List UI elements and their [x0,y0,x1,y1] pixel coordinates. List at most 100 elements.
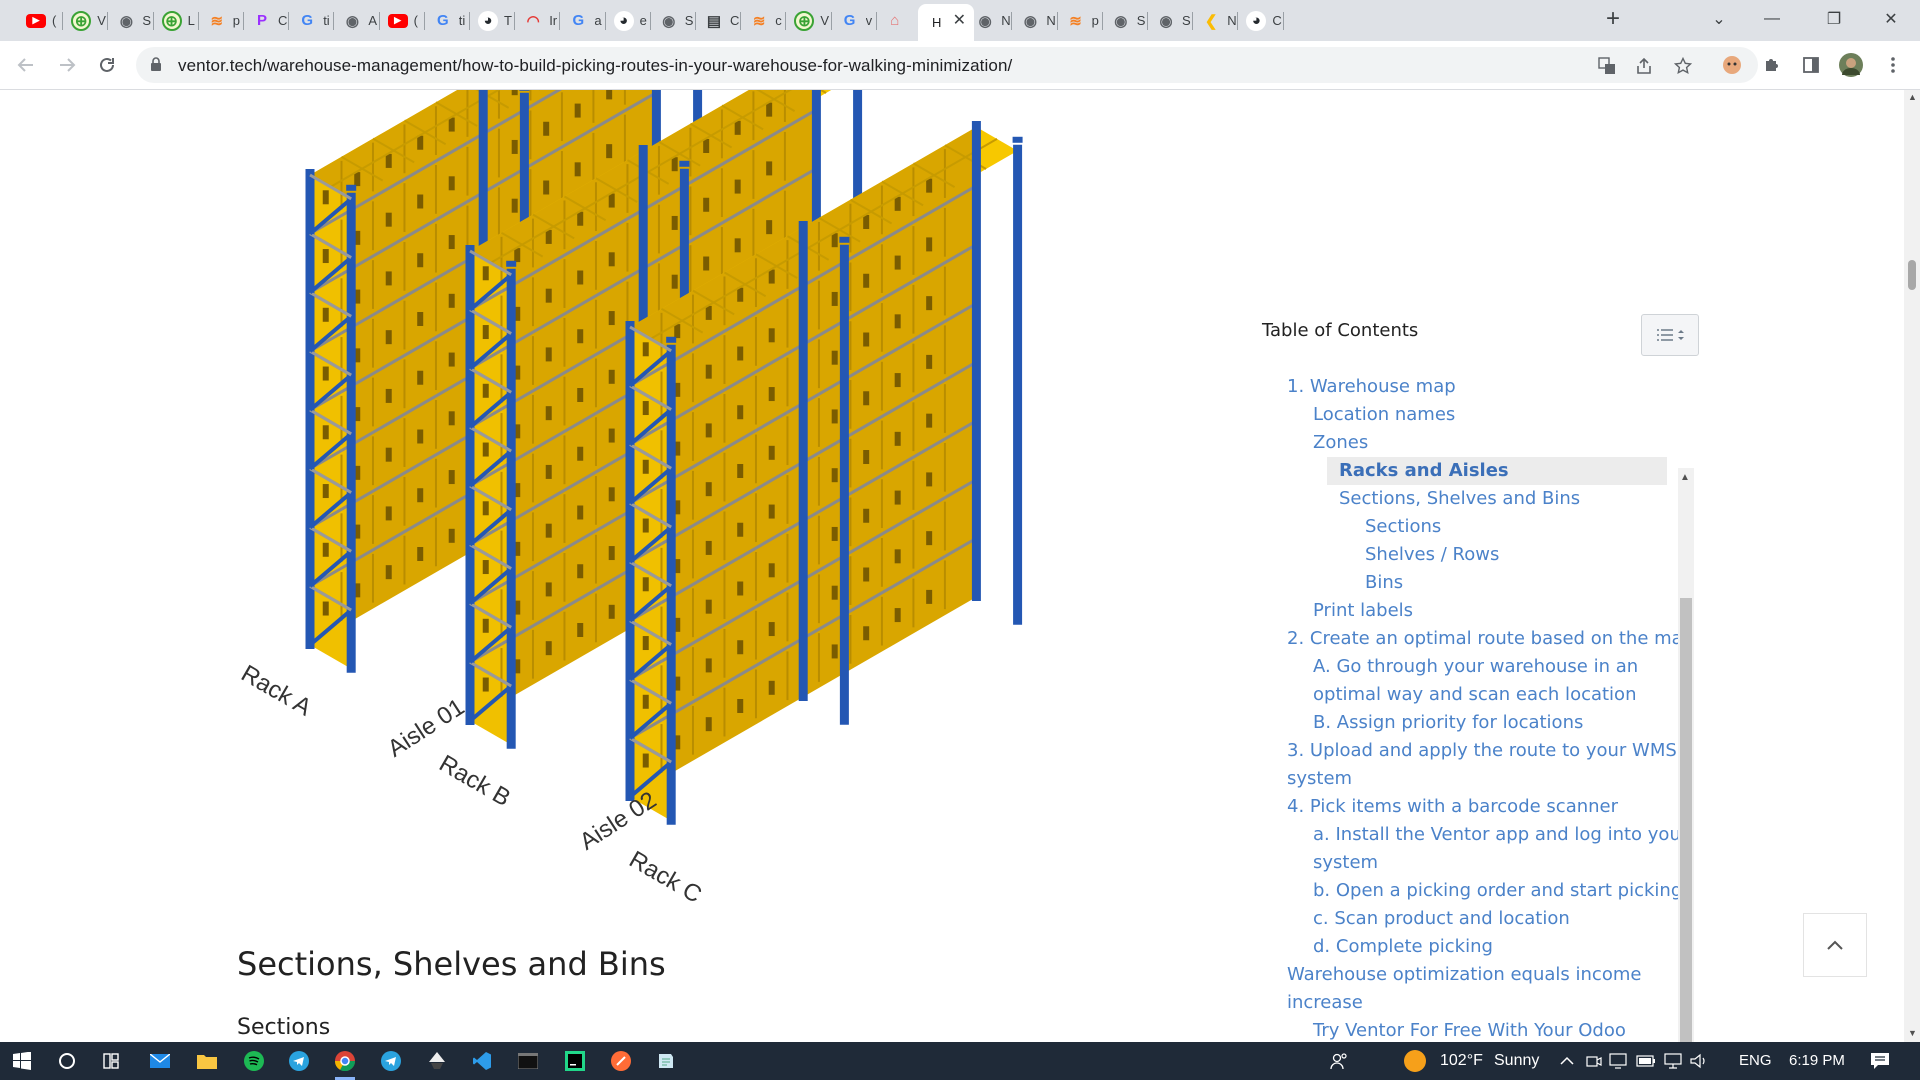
mail-icon[interactable] [146,1047,174,1075]
toc-link[interactable]: Bins [1365,569,1403,597]
restore-icon[interactable]: ❐ [1811,0,1857,38]
toc-link[interactable]: Shelves / Rows [1365,541,1499,569]
tray-chevron-up-icon[interactable] [1553,1047,1581,1075]
toc-link[interactable]: Warehouse optimization equals income [1287,961,1641,989]
weather-temperature[interactable]: 102°F [1440,1052,1483,1070]
task-view-icon[interactable] [97,1047,125,1075]
browser-tab[interactable]: ◉ S [108,6,152,35]
browser-tab[interactable]: ≋ p [1058,6,1102,35]
profile-avatar-icon[interactable] [1839,53,1863,77]
browser-tab[interactable]: ⊕ V [786,6,830,35]
toc-link[interactable]: system [1313,849,1378,877]
close-window-icon[interactable]: ✕ [1868,0,1914,38]
toc-link[interactable]: c. Scan product and location [1313,905,1570,933]
people-icon[interactable] [1325,1047,1353,1075]
toc-link[interactable]: Sections [1365,513,1441,541]
browser-tab[interactable]: ◉ N [967,6,1011,35]
clock-time[interactable]: 6:19 PM [1789,1052,1845,1069]
chrome-taskbar-icon[interactable] [331,1047,359,1080]
page-scrollbar[interactable]: ▲ ▼ [1904,90,1920,1042]
toc-link[interactable]: increase [1287,989,1363,1017]
close-tab-icon[interactable]: ✕ [953,13,966,29]
browser-tab[interactable]: ◉ S [651,6,695,35]
toc-link[interactable]: A. Go through your warehouse in an [1313,653,1638,681]
toc-link[interactable]: 1. Warehouse map [1287,373,1456,401]
toc-link[interactable]: 2. Create an optimal route based on the … [1287,625,1684,653]
weather-condition[interactable]: Sunny [1494,1052,1539,1070]
browser-tab[interactable]: H ✕ [918,4,974,41]
browser-tab[interactable]: ⊕ L [154,6,198,35]
minimize-icon[interactable]: — [1749,0,1795,38]
address-bar[interactable]: ventor.tech/warehouse-management/how-to-… [136,47,1758,83]
reload-button[interactable] [91,49,123,81]
browser-tab[interactable]: Gti [289,6,333,35]
browser-tab[interactable]: ◕ e [606,6,650,35]
pycharm-icon[interactable] [561,1047,589,1075]
toc-link[interactable]: b. Open a picking order and start pickin… [1313,877,1682,905]
windows-start-icon[interactable] [8,1047,36,1075]
scroll-up-icon[interactable]: ▲ [1908,92,1917,102]
side-panel-icon[interactable] [1799,53,1823,77]
tab-search-chevron-icon[interactable]: ⌄ [1696,0,1742,38]
network-icon[interactable] [1659,1047,1687,1075]
browser-tab[interactable]: ◠ Ir [515,6,559,35]
postman-icon[interactable] [607,1047,635,1075]
toc-link[interactable]: d. Complete picking [1313,933,1493,961]
notifications-icon[interactable] [1866,1047,1894,1075]
file-explorer-icon[interactable] [193,1047,221,1075]
browser-tab[interactable]: ≋ p [199,6,243,35]
vscode-icon[interactable] [468,1047,496,1075]
toc-link[interactable]: Print labels [1313,597,1413,625]
translate-icon[interactable] [1596,55,1618,77]
scroll-up-arrow-icon[interactable]: ▲ [1680,472,1690,483]
volume-icon[interactable] [1685,1047,1713,1075]
browser-tab[interactable]: ◉ S [1148,6,1192,35]
search-circle-icon[interactable] [53,1047,81,1075]
telegram-icon[interactable] [285,1047,313,1075]
notes-icon[interactable] [652,1047,680,1075]
toc-link[interactable]: Sections, Shelves and Bins [1339,485,1580,513]
toc-toggle-button[interactable] [1641,314,1699,356]
terminal-icon[interactable] [514,1047,542,1075]
toc-link[interactable]: Racks and Aisles [1327,457,1667,485]
browser-tab[interactable]: ◕ C [1238,6,1282,35]
back-to-top-button[interactable] [1803,913,1867,977]
spotify-icon[interactable] [240,1047,268,1075]
browser-tab[interactable]: ⌂ [877,6,921,35]
browser-tab[interactable]: ◉ A [334,6,378,35]
toc-link[interactable]: 3. Upload and apply the route to your WM… [1287,737,1677,765]
toc-scrollbar-thumb[interactable] [1680,598,1692,1042]
inkscape-icon[interactable] [423,1047,451,1075]
toc-link[interactable]: a. Install the Ventor app and log into y… [1313,821,1684,849]
browser-tab[interactable]: ❮ N [1193,6,1237,35]
new-tab-plus-icon[interactable]: + [1599,6,1627,34]
weather-sun-icon[interactable] [1401,1047,1429,1075]
browser-tab[interactable]: ◉ S [1103,6,1147,35]
toc-link[interactable]: 4. Pick items with a barcode scanner [1287,793,1618,821]
toc-link[interactable]: Zones [1313,429,1368,457]
browser-tab[interactable]: PC [244,6,288,35]
forward-button[interactable] [51,49,83,81]
toc-link[interactable]: optimal way and scan each location [1313,681,1636,709]
toc-link[interactable]: system [1287,765,1352,793]
url-text[interactable]: ventor.tech/warehouse-management/how-to-… [178,56,1012,76]
toc-link[interactable]: Try Ventor For Free With Your Odoo [1313,1017,1626,1042]
extensions-puzzle-icon[interactable] [1760,53,1784,77]
input-language[interactable]: ENG [1739,1052,1772,1069]
browser-tab[interactable]: ⊕ V [63,6,107,35]
browser-tab[interactable]: ◕ T [470,6,514,35]
extension-avatar-icon[interactable] [1720,53,1744,77]
toc-scrollbar[interactable]: ▲ [1678,468,1694,1042]
browser-tab[interactable]: Gti [425,6,469,35]
browser-tab[interactable]: ◉ N [1012,6,1056,35]
back-button[interactable] [10,49,42,81]
browser-tab[interactable]: ≋ c [741,6,785,35]
scroll-down-icon[interactable]: ▼ [1908,1028,1917,1038]
browser-tab[interactable]: ▶( [18,6,62,35]
browser-tab[interactable]: ▶( [380,6,424,35]
page-scrollbar-thumb[interactable] [1908,260,1916,290]
browser-tab[interactable]: Gv [832,6,876,35]
browser-menu-icon[interactable] [1881,53,1905,77]
browser-tab[interactable]: ▤ C [696,6,740,35]
battery-icon[interactable] [1632,1047,1660,1075]
